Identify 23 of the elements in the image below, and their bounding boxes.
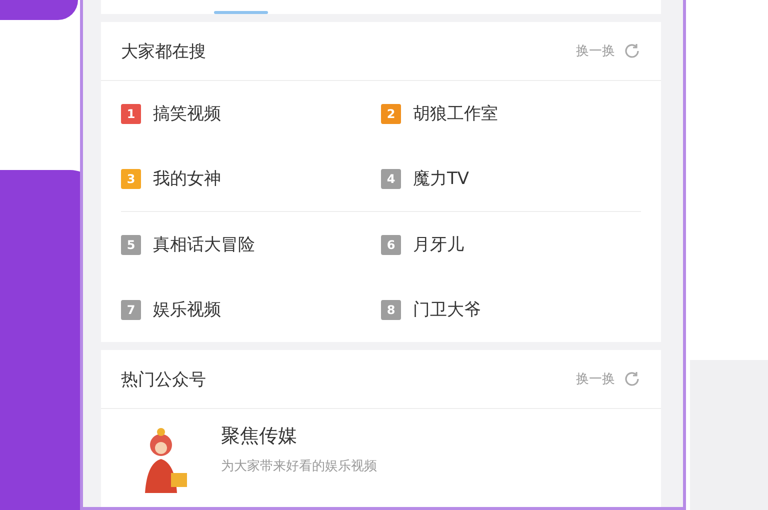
refresh-icon[interactable] [623, 370, 641, 388]
search-term-link[interactable]: 月牙儿 [413, 233, 464, 256]
search-term-link[interactable]: 魔力TV [413, 167, 470, 190]
search-term-link[interactable]: 门卫大爷 [413, 298, 481, 321]
search-term-link[interactable]: 真相话大冒险 [153, 233, 255, 256]
section-title: 大家都在搜 [121, 40, 206, 62]
rank-badge: 7 [121, 300, 141, 320]
section-title: 热门公众号 [121, 368, 206, 390]
rank-badge: 6 [381, 234, 401, 254]
rank-badge: 1 [121, 104, 141, 124]
search-term-link[interactable]: 我的女神 [153, 167, 221, 190]
rank-badge: 2 [381, 104, 401, 124]
tab-indicator [214, 11, 268, 14]
account-description: 为大家带来好看的娱乐视频 [221, 458, 377, 475]
rank-badge: 3 [121, 168, 141, 188]
refresh-icon[interactable] [623, 42, 641, 60]
rank-badge: 5 [121, 234, 141, 254]
search-term-link[interactable]: 搞笑视频 [153, 102, 221, 125]
search-term-link[interactable]: 娱乐视频 [153, 298, 221, 321]
search-term-link[interactable]: 胡狼工作室 [413, 102, 498, 125]
rank-badge: 4 [381, 168, 401, 188]
rank-badge: 8 [381, 300, 401, 320]
account-name[interactable]: 聚焦传媒 [221, 423, 377, 449]
